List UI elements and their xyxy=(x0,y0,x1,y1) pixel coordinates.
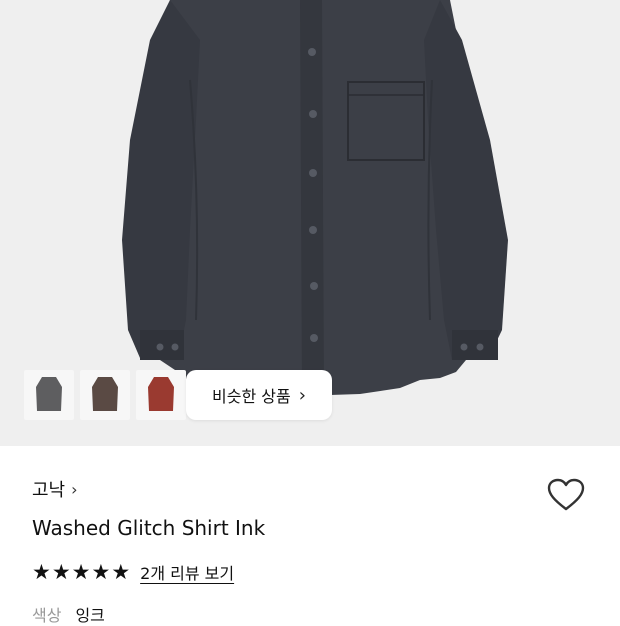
color-option-value: 잉크 xyxy=(75,606,105,625)
brand-link[interactable]: 고낙 › xyxy=(32,476,620,502)
star-icon: ★ xyxy=(91,559,111,584)
thumbnail-image xyxy=(36,377,62,411)
product-title: Washed Glitch Shirt Ink xyxy=(32,516,266,540)
star-icon: ★ xyxy=(51,559,71,584)
rating-row: ★ ★ ★ ★ ★ 2개 리뷰 보기 xyxy=(32,560,234,584)
star-icon: ★ xyxy=(111,559,131,584)
thumbnail-red-shirt[interactable] xyxy=(136,370,186,420)
product-info: 고낙 › xyxy=(32,476,620,502)
chevron-right-icon: › xyxy=(298,384,306,406)
chevron-right-icon: › xyxy=(71,480,78,499)
thumbnail-strip xyxy=(24,370,186,420)
reviews-link[interactable]: 2개 리뷰 보기 xyxy=(140,560,234,584)
star-icon: ★ xyxy=(71,559,91,584)
brand-name: 고낙 xyxy=(32,480,66,501)
wishlist-heart-icon[interactable] xyxy=(546,476,586,516)
thumbnail-image xyxy=(92,377,118,411)
thumbnail-gray-shirt[interactable] xyxy=(24,370,74,420)
thumbnail-brown-shirt[interactable] xyxy=(80,370,130,420)
similar-products-button[interactable]: 비슷한 상품 › xyxy=(186,370,332,420)
rating-stars: ★ ★ ★ ★ ★ xyxy=(32,559,131,584)
star-icon: ★ xyxy=(32,559,51,584)
product-image-gallery[interactable]: 비슷한 상품 › xyxy=(0,0,620,446)
color-option-label: 색상 xyxy=(32,606,62,625)
thumbnail-image xyxy=(148,377,174,411)
similar-products-label: 비슷한 상품 xyxy=(212,387,291,406)
color-option: 색상 잉크 xyxy=(32,602,105,626)
